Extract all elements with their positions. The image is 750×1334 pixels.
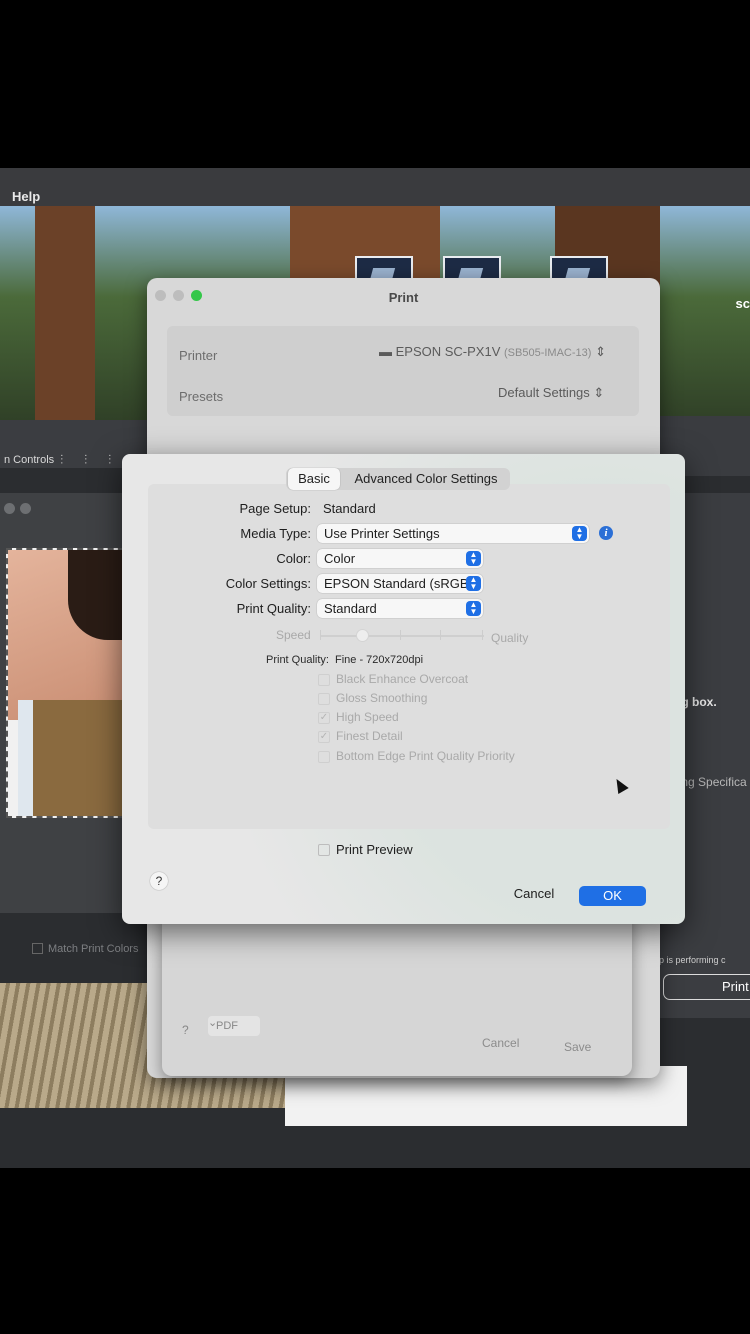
slider-tick	[320, 630, 321, 640]
finest-detail-checkbox[interactable]: ✓	[318, 731, 330, 743]
updown-chevron-icon: ⇕	[593, 385, 605, 400]
page-setup-value: Standard	[323, 501, 376, 516]
help-button[interactable]: ?	[150, 872, 168, 890]
print-quality-label: Print Quality:	[236, 601, 311, 616]
color-label: Color:	[276, 551, 311, 566]
print-quality-popup[interactable]: Standard ▲ ▼	[317, 599, 483, 618]
updown-chevron-icon: ▲ ▼	[466, 551, 481, 566]
window-dot-icon	[4, 503, 15, 514]
slider-tick	[400, 630, 401, 640]
footer-cancel-button[interactable]: Cancel	[482, 1036, 519, 1050]
pdf-menu-button[interactable]: PDF ⌄	[208, 1016, 260, 1036]
bottom-edge-checkbox[interactable]	[318, 751, 330, 763]
cancel-button[interactable]: Cancel	[505, 884, 563, 904]
quality-label: Quality	[491, 631, 529, 645]
color-settings-popup[interactable]: EPSON Standard (sRGB) ▲ ▼	[317, 574, 483, 593]
match-print-colors-checkbox[interactable]	[32, 943, 43, 954]
updown-chevron-icon: ⇕	[595, 344, 606, 359]
monitor-screen: Help sc n Controls ⫶ ⫶ ⫶ ⫶ Match Print C…	[0, 168, 750, 1168]
high-speed-checkbox[interactable]: ✓	[318, 712, 330, 724]
slider-tick	[482, 630, 483, 640]
print-quality-info-label: Print Quality:	[266, 654, 329, 666]
help-icon[interactable]: ?	[182, 1023, 189, 1037]
distribute-icon[interactable]: ⫶	[108, 452, 111, 468]
updown-chevron-icon: ▲ ▼	[572, 526, 587, 541]
media-type-popup[interactable]: Use Printer Settings ▲ ▼	[317, 524, 589, 543]
high-speed-label: High Speed	[336, 710, 399, 724]
black-enhance-label: Black Enhance Overcoat	[336, 672, 469, 686]
align-center-icon[interactable]: ⫶	[84, 452, 87, 468]
bottom-edge-label: Bottom Edge Print Quality Priority	[336, 749, 515, 763]
slider-tick	[440, 630, 441, 640]
match-print-colors-label: Match Print Colors	[48, 943, 139, 955]
printer-select[interactable]: ▬ EPSON SC-PX1V (SB505-IMAC-13) ⇕	[379, 344, 606, 360]
page-setup-label: Page Setup:	[239, 501, 311, 516]
photoshop-print-button[interactable]: Print	[663, 974, 750, 1000]
media-type-label: Media Type:	[240, 526, 311, 541]
black-enhance-checkbox[interactable]	[318, 674, 330, 686]
finest-detail-label: Finest Detail	[336, 729, 403, 743]
speed-label: Speed	[276, 628, 311, 642]
gloss-smoothing-checkbox[interactable]	[318, 693, 330, 705]
window-dot-icon	[20, 503, 31, 514]
presets-label: Presets	[179, 389, 224, 404]
printer-icon: ▬	[379, 344, 392, 359]
side-label: sc	[735, 296, 750, 311]
tab-bar: Basic Advanced Color Settings	[286, 468, 510, 490]
footer-save-button[interactable]: Save	[564, 1040, 591, 1054]
updown-chevron-icon: ▲ ▼	[466, 601, 481, 616]
printer-label: Printer	[179, 348, 218, 363]
tab-advanced-color-settings[interactable]: Advanced Color Settings	[344, 468, 508, 490]
print-preview-checkbox[interactable]	[318, 844, 330, 856]
tab-basic[interactable]: Basic	[288, 468, 340, 490]
updown-chevron-icon: ▲ ▼	[466, 576, 481, 591]
slider-knob[interactable]	[356, 629, 369, 642]
print-title: Print	[388, 290, 419, 305]
printer-group: Printer ▬ EPSON SC-PX1V (SB505-IMAC-13) …	[167, 326, 639, 416]
printer-settings-dialog: Basic Advanced Color Settings Page Setup…	[122, 454, 685, 924]
menu-bar: Help	[0, 168, 750, 206]
ok-button[interactable]: OK	[579, 886, 646, 906]
print-quality-info-value: Fine - 720x720dpi	[335, 654, 424, 666]
speed-quality-slider[interactable]	[320, 635, 484, 637]
color-popup[interactable]: Color ▲ ▼	[317, 549, 483, 568]
print-sheet-footer: ? PDF ⌄ Cancel Save	[162, 906, 632, 1076]
info-icon[interactable]: i	[599, 526, 613, 540]
presets-select[interactable]: Default Settings ⇕	[498, 385, 604, 401]
menu-help[interactable]: Help	[12, 189, 40, 204]
color-settings-label: Color Settings:	[225, 576, 311, 591]
print-preview-label: Print Preview	[336, 842, 413, 857]
gloss-smoothing-label: Gloss Smoothing	[336, 691, 428, 705]
align-icon[interactable]: ⫶	[60, 452, 63, 468]
controls-label: n Controls	[4, 454, 55, 466]
